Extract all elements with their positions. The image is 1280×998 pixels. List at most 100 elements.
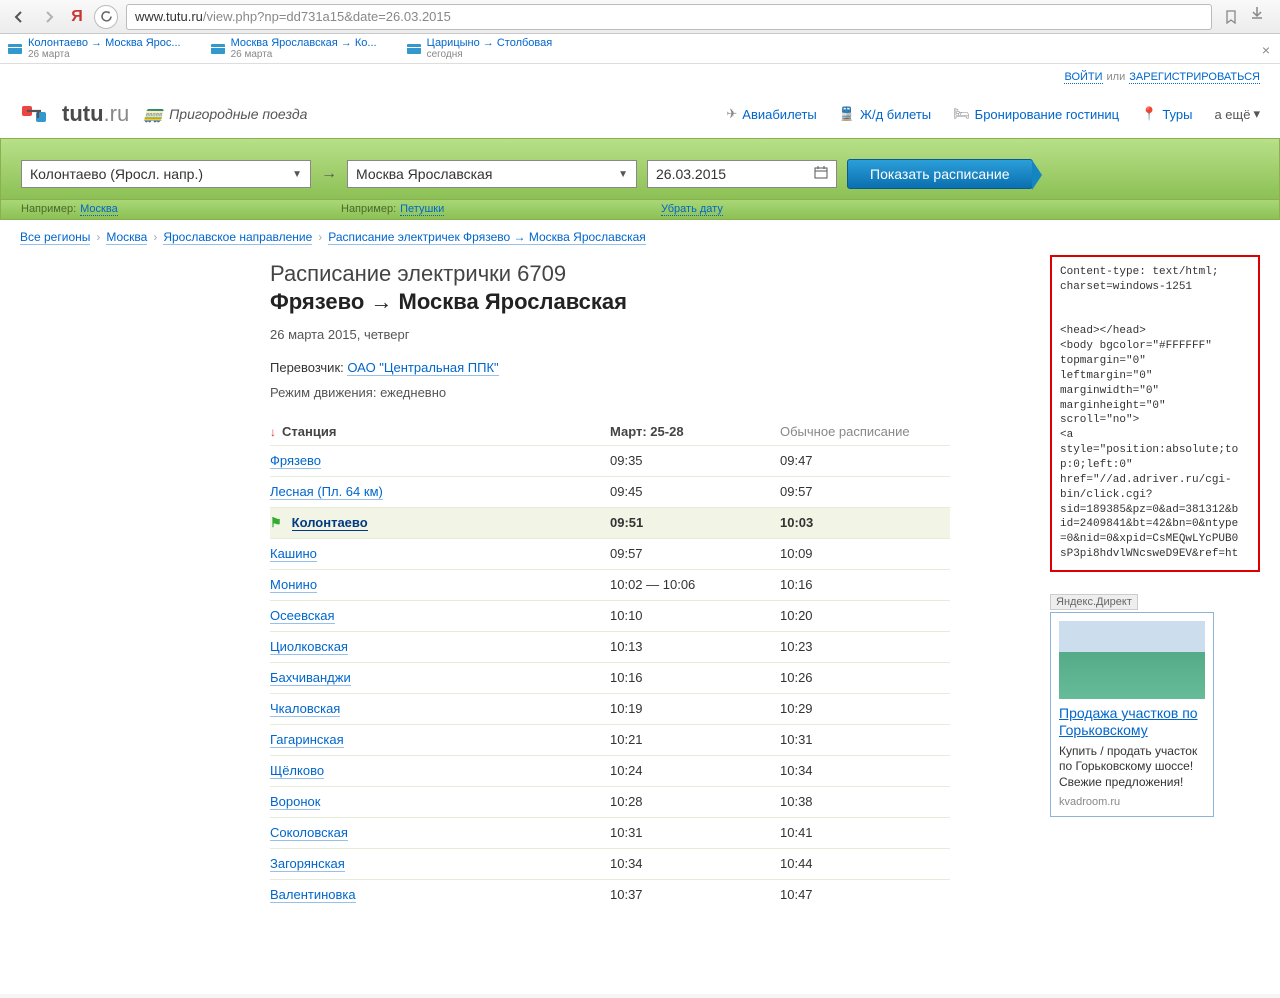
nav-icon: 🛏 [953, 106, 970, 122]
table-row: Кашино09:5710:09 [270, 538, 950, 569]
route-title: Фрязево → Москва Ярославская [270, 289, 1010, 315]
forward-button[interactable] [38, 6, 60, 28]
sidebar: Content-type: text/html; charset=windows… [1050, 255, 1260, 910]
train-icon [407, 44, 421, 54]
ad-image [1059, 621, 1205, 699]
search-panel: Колонтаево (Яросл. напр.) ▼ → Москва Яро… [0, 138, 1280, 200]
login-link[interactable]: ВОЙТИ [1064, 71, 1102, 84]
station-link[interactable]: Циолковская [270, 639, 348, 655]
auth-or: или [1107, 71, 1126, 83]
nav-item[interactable]: 🛏Бронирование гостиниц [953, 106, 1119, 122]
station-link[interactable]: Фрязево [270, 453, 321, 469]
table-row: Щёлково10:2410:34 [270, 755, 950, 786]
table-row: Воронок10:2810:38 [270, 786, 950, 817]
breadcrumb: Все регионы›Москва›Ярославское направлен… [0, 220, 1280, 255]
station-link[interactable]: Бахчиванджи [270, 670, 351, 686]
mode-line: Режим движения: ежедневно [270, 385, 1010, 400]
station-link[interactable]: Кашино [270, 546, 317, 562]
back-button[interactable] [8, 6, 30, 28]
favorite-item[interactable]: Царицыно → Столбоваясегодня [407, 37, 553, 60]
table-row: Загорянская10:3410:44 [270, 848, 950, 879]
breadcrumb-link[interactable]: Все регионы [20, 230, 90, 245]
logo-icon [20, 100, 56, 128]
register-link[interactable]: ЗАРЕГИСТРИРОВАТЬСЯ [1129, 71, 1260, 84]
main-content: Расписание электрички 6709 Фрязево → Мос… [20, 255, 1030, 910]
table-row: Валентиновка10:3710:47 [270, 879, 950, 910]
carrier-link[interactable]: ОАО "Центральная ППК" [347, 360, 498, 376]
hint-to-link[interactable]: Петушки [400, 203, 444, 216]
favorite-item[interactable]: Колонтаево → Москва Ярос...26 марта [8, 37, 181, 60]
tagline: 🚃 Пригородные поезда [143, 104, 307, 124]
train-icon [8, 44, 22, 54]
bookmark-button[interactable] [1220, 6, 1242, 28]
from-dropdown-icon[interactable]: ▼ [292, 169, 302, 180]
breadcrumb-link[interactable]: Расписание электричек Фрязево → Москва Я… [328, 230, 646, 245]
hint-from-link[interactable]: Москва [80, 203, 118, 216]
station-link[interactable]: Монино [270, 577, 317, 593]
address-bar[interactable]: www.tutu.ru/view.php?np=dd731a15&date=26… [126, 4, 1212, 30]
download-button[interactable] [1250, 6, 1272, 28]
swap-arrow-icon: → [321, 165, 337, 183]
nav-icon: ✈ [726, 106, 737, 122]
ad-title[interactable]: Продажа участков по Горьковскому [1059, 705, 1205, 740]
nav-item[interactable]: 📍Туры [1141, 106, 1192, 122]
from-input[interactable]: Колонтаево (Яросл. напр.) ▼ [21, 160, 311, 188]
table-row: Циолковская10:1310:23 [270, 631, 950, 662]
url-path: /view.php?np=dd731a15&date=26.03.2015 [203, 9, 451, 24]
station-link[interactable]: Осеевская [270, 608, 335, 624]
nav-more[interactable]: а ещё ▾ [1214, 106, 1260, 122]
main-nav: ✈Авиабилеты 🚆Ж/д билеты 🛏Бронирование гост… [726, 106, 1260, 122]
table-row: Соколовская10:3110:41 [270, 817, 950, 848]
nav-item[interactable]: 🚆Ж/д билеты [839, 106, 931, 122]
station-link[interactable]: Лесная (Пл. 64 км) [270, 484, 383, 500]
station-link[interactable]: Колонтаево [292, 515, 368, 531]
station-link[interactable]: Воронок [270, 794, 320, 810]
to-dropdown-icon[interactable]: ▼ [618, 169, 628, 180]
logo-text: tutu.ru [62, 101, 129, 127]
train-icon: 🚃 [143, 104, 163, 124]
clear-date-link[interactable]: Убрать дату [661, 203, 723, 216]
schedule-table: ↓Станция Март: 25-28 Обычное расписание … [270, 418, 950, 910]
logo[interactable]: tutu.ru [20, 100, 129, 128]
nav-icon: 🚆 [839, 106, 855, 122]
station-link[interactable]: Чкаловская [270, 701, 340, 717]
favorites-bar: Колонтаево → Москва Ярос...26 марта Москв… [0, 34, 1280, 64]
nav-item[interactable]: ✈Авиабилеты [726, 106, 816, 122]
sort-arrow-icon[interactable]: ↓ [270, 425, 276, 439]
table-header: ↓Станция Март: 25-28 Обычное расписание [270, 418, 950, 445]
site-header: tutu.ru 🚃 Пригородные поезда ✈Авиабилеты… [0, 90, 1280, 138]
station-link[interactable]: Гагаринская [270, 732, 344, 748]
chevron-down-icon: ▾ [1253, 106, 1260, 122]
to-input[interactable]: Москва Ярославская ▼ [347, 160, 637, 188]
station-link[interactable]: Загорянская [270, 856, 345, 872]
station-link[interactable]: Валентиновка [270, 887, 356, 903]
breadcrumb-link[interactable]: Ярославское направление [163, 230, 312, 245]
table-row: Чкаловская10:1910:29 [270, 693, 950, 724]
ad-description: Купить / продать участок по Горьковскому… [1059, 744, 1205, 791]
table-row: Фрязево09:3509:47 [270, 445, 950, 476]
table-row: ⚑Колонтаево09:5110:03 [270, 507, 950, 538]
station-link[interactable]: Щёлково [270, 763, 324, 779]
reload-button[interactable] [94, 5, 118, 29]
breadcrumb-link[interactable]: Москва [106, 230, 147, 245]
table-row: Лесная (Пл. 64 км)09:4509:57 [270, 476, 950, 507]
ad-domain: kvadroom.ru [1059, 796, 1205, 808]
favorite-item[interactable]: Москва Ярославская → Ко...26 марта [211, 37, 377, 60]
page: ВОЙТИ или ЗАРЕГИСТРИРОВАТЬСЯ tutu.ru 🚃 П… [0, 64, 1280, 994]
table-row: Гагаринская10:2110:31 [270, 724, 950, 755]
browser-toolbar: Я www.tutu.ru/view.php?np=dd731a15&date=… [0, 0, 1280, 34]
favorites-close-icon[interactable]: × [1262, 42, 1270, 58]
train-icon [211, 44, 225, 54]
carrier-line: Перевозчик: ОАО "Центральная ППК" [270, 360, 1010, 375]
nav-icon: 📍 [1141, 106, 1157, 122]
search-button[interactable]: Показать расписание [847, 159, 1033, 189]
calendar-icon[interactable] [814, 166, 828, 182]
yandex-icon[interactable]: Я [68, 8, 86, 26]
station-link[interactable]: Соколовская [270, 825, 348, 841]
table-row: Осеевская10:1010:20 [270, 600, 950, 631]
page-title: Расписание электрички 6709 [270, 261, 1010, 287]
date-input[interactable]: 26.03.2015 [647, 160, 837, 188]
ad-block[interactable]: Продажа участков по Горьковскому Купить … [1050, 612, 1214, 817]
ad-label: Яндекс.Директ [1050, 594, 1138, 610]
date-line: 26 марта 2015, четверг [270, 327, 1010, 342]
